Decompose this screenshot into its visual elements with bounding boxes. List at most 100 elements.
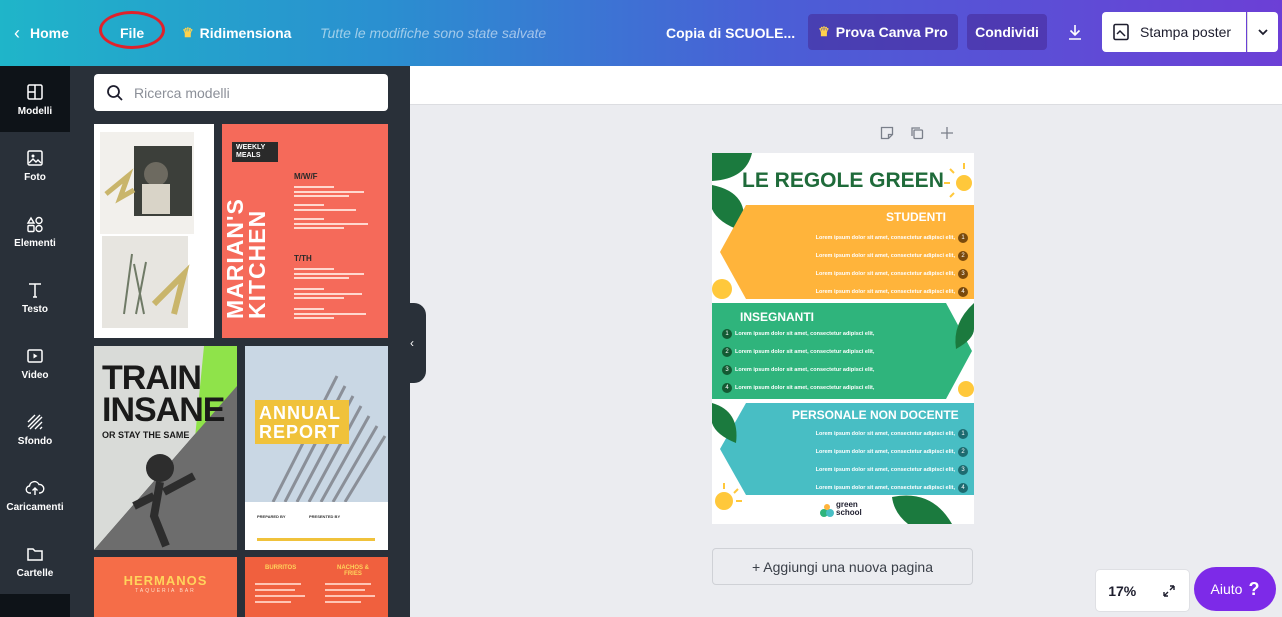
template-train-insane[interactable]: TRAIN INSANE OR STAY THE SAME — [94, 346, 237, 550]
rail-item-caricamenti[interactable]: Caricamenti — [0, 462, 70, 528]
rule-text: Lorem ipsum dolor sit amet, consectetur … — [815, 289, 955, 295]
folder-icon — [27, 547, 43, 561]
home-button[interactable]: ‹ Home — [14, 0, 69, 66]
rule-item: 3 Lorem ipsum dolor sit amet, consectetur… — [722, 361, 942, 379]
rule-number: 1 — [958, 233, 968, 243]
chevron-down-icon — [1258, 29, 1268, 36]
rule-item: Lorem ipsum dolor sit amet, consectetur … — [760, 425, 968, 443]
teachers-rules-list: 1 Lorem ipsum dolor sit amet, consectetur… — [722, 325, 942, 397]
rule-number: 4 — [722, 383, 732, 393]
hermanos-title: HERMANOS — [123, 573, 208, 588]
rule-number: 3 — [958, 269, 968, 279]
duplicate-page-icon[interactable] — [910, 126, 924, 140]
collapse-panel-button[interactable]: ‹ — [398, 303, 426, 383]
report-footer-bar — [257, 538, 375, 541]
vertical-scrollbar[interactable] — [1276, 105, 1282, 617]
design-page[interactable]: LE REGOLE GREEN STUDENTI Lorem ipsum dol… — [712, 153, 974, 524]
print-options-button[interactable] — [1247, 12, 1278, 52]
rule-text: Lorem ipsum dolor sit amet, consectetur … — [735, 349, 875, 355]
share-button[interactable]: Condividi — [967, 14, 1047, 50]
document-title[interactable]: Copia di SCUOLE... — [666, 0, 795, 66]
template-annual-report[interactable]: ANNUAL REPORT PREPARED BY PRESENTED BY — [245, 346, 388, 550]
rail-item-modelli[interactable]: Modelli — [0, 66, 70, 132]
logo-line-school: school — [836, 508, 862, 517]
rule-number: 2 — [958, 447, 968, 457]
rail-item-foto[interactable]: Foto — [0, 132, 70, 198]
annual-title: ANNUAL — [259, 403, 341, 423]
home-label: Home — [30, 25, 69, 41]
photo-icon — [27, 149, 43, 166]
rail-item-sfondo[interactable]: Sfondo — [0, 396, 70, 462]
rule-number: 1 — [722, 329, 732, 339]
page-actions — [880, 126, 954, 140]
resize-label: Ridimensiona — [199, 25, 292, 41]
green-school-logo-text: green school — [836, 501, 862, 517]
search-icon — [107, 84, 123, 101]
fullscreen-icon[interactable] — [1161, 583, 1177, 599]
rule-item: Lorem ipsum dolor sit amet, consectetur … — [760, 229, 968, 247]
rule-text: Lorem ipsum dolor sit amet, consectetur … — [735, 367, 875, 373]
rule-item: Lorem ipsum dolor sit amet, consectetur … — [760, 265, 968, 283]
rule-item: Lorem ipsum dolor sit amet, consectetur … — [760, 461, 968, 479]
rule-text: Lorem ipsum dolor sit amet, consectetur … — [815, 449, 955, 455]
rule-number: 1 — [958, 429, 968, 439]
rule-text: Lorem ipsum dolor sit amet, consectetur … — [815, 235, 955, 241]
add-new-page-button[interactable]: + Aggiungi una nuova pagina — [712, 548, 973, 585]
template-photo-collage[interactable] — [94, 124, 214, 338]
rail-label: Modelli — [17, 105, 53, 117]
rule-number: 2 — [958, 251, 968, 261]
rule-number: 3 — [722, 365, 732, 375]
try-pro-button[interactable]: ♛ Prova Canva Pro — [808, 14, 958, 50]
template-hermanos[interactable]: HERMANOS TAQUERIA BAR — [94, 557, 237, 617]
resize-button[interactable]: ♛ Ridimensiona — [182, 0, 291, 66]
rule-item: Lorem ipsum dolor sit amet, consectetur … — [760, 479, 968, 497]
download-button[interactable] — [1057, 14, 1093, 50]
day-heading-tth: T/TH — [294, 254, 312, 263]
rule-number: 2 — [722, 347, 732, 357]
search-box[interactable] — [94, 74, 388, 111]
rail-item-testo[interactable]: Testo — [0, 264, 70, 330]
print-poster-label: Stampa poster — [1140, 24, 1232, 40]
rail-label: Caricamenti — [6, 501, 64, 513]
prepared-by-label: PREPARED BY — [257, 514, 286, 519]
background-icon — [27, 414, 43, 429]
help-button[interactable]: Aiuto ? — [1194, 567, 1276, 611]
rule-item: Lorem ipsum dolor sit amet, consectetur … — [760, 283, 968, 301]
text-icon — [29, 282, 41, 298]
editor-toolbar — [410, 66, 1282, 105]
download-icon — [1069, 25, 1081, 40]
add-page-icon[interactable] — [940, 126, 954, 140]
rail-item-video[interactable]: Video — [0, 330, 70, 396]
zoom-control[interactable]: 17% — [1096, 570, 1189, 611]
try-pro-label: Prova Canva Pro — [835, 24, 948, 40]
template-weekly-meals[interactable]: WEEKLY MEALS MARIAN'S KITCHEN M/W/F T/TH — [222, 124, 388, 338]
rail-label: Foto — [24, 171, 46, 183]
rule-text: Lorem ipsum dolor sit amet, consectetur … — [815, 431, 955, 437]
rail-item-elementi[interactable]: Elementi — [0, 198, 70, 264]
poster-title: LE REGOLE GREEN — [742, 169, 944, 192]
section-title-teachers: INSEGNANTI — [740, 310, 815, 324]
chevron-left-icon: ‹ — [410, 336, 414, 350]
templates-panel: WEEKLY MEALS MARIAN'S KITCHEN M/W/F T/TH… — [70, 66, 410, 617]
elements-icon — [26, 216, 43, 232]
top-bar: ‹ Home File ♛ Ridimensiona Tutte le modi… — [0, 0, 1282, 66]
rail-label: Cartelle — [16, 567, 54, 579]
nachos-heading: NACHOS & FRIES — [336, 565, 369, 577]
help-label: Aiuto — [1210, 581, 1243, 597]
search-input[interactable] — [134, 84, 374, 101]
print-poster-button[interactable]: Stampa poster — [1102, 12, 1246, 52]
collage-artwork — [100, 132, 194, 328]
print-poster-icon — [1113, 23, 1129, 41]
rail-item-cartelle[interactable]: Cartelle — [0, 528, 70, 594]
zoom-level[interactable]: 17% — [1108, 583, 1136, 599]
report-title: REPORT — [259, 422, 341, 442]
template-burritos-menu[interactable]: BURRITOS NACHOS & FRIES — [245, 557, 388, 617]
students-rules-list: Lorem ipsum dolor sit amet, consectetur … — [760, 229, 968, 301]
rule-text: Lorem ipsum dolor sit amet, consectetur … — [815, 253, 955, 259]
rule-number: 4 — [958, 483, 968, 493]
rail-label: Video — [21, 369, 49, 381]
section-title-staff: PERSONALE NON DOCENTE — [792, 408, 959, 422]
rule-number: 3 — [958, 465, 968, 475]
save-status: Tutte le modifiche sono state salvate — [320, 25, 547, 41]
page-notes-icon[interactable] — [880, 126, 894, 140]
